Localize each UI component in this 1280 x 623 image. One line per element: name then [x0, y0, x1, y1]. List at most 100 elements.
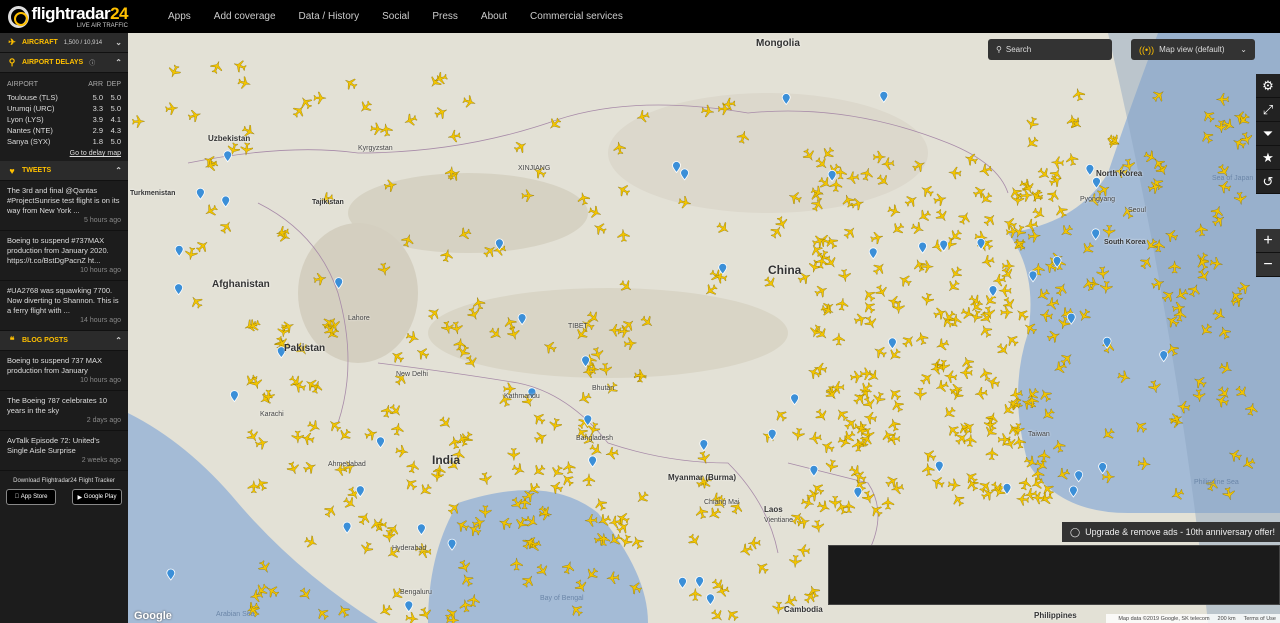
list-item[interactable]: AvTalk Episode 72: United's Single Aisle… [0, 431, 128, 471]
aircraft-marker[interactable] [1235, 111, 1252, 128]
aircraft-marker[interactable] [1197, 322, 1214, 339]
aircraft-marker[interactable] [813, 407, 830, 424]
airport-pin-icon[interactable] [447, 538, 457, 551]
aircraft-marker[interactable] [724, 606, 741, 623]
aircraft-marker[interactable] [448, 435, 463, 450]
airport-pin-icon[interactable] [699, 439, 709, 452]
nav-add-coverage[interactable]: Add coverage [214, 11, 276, 22]
aircraft-marker[interactable] [772, 407, 789, 424]
aircraft-marker[interactable] [863, 314, 879, 330]
map-view-dropdown[interactable]: ((•)) Map view (default) ⌄ [1131, 39, 1255, 60]
aircraft-marker[interactable] [861, 395, 877, 411]
airport-pin-icon[interactable] [581, 355, 591, 368]
aircraft-marker[interactable] [1029, 475, 1045, 491]
aircraft-marker[interactable] [1027, 230, 1041, 243]
aircraft-marker[interactable] [806, 583, 822, 599]
aircraft-marker[interactable] [487, 325, 504, 342]
aircraft-marker[interactable] [1053, 281, 1069, 297]
airport-delays-section-header[interactable]: ⚲ AIRPORT DELAYS ⓘ ⌃ [0, 53, 128, 73]
aircraft-marker[interactable] [1071, 87, 1086, 102]
aircraft-marker[interactable] [871, 260, 888, 277]
list-item[interactable]: Boeing to suspend #737MAX production fro… [0, 231, 128, 281]
nav-apps[interactable]: Apps [168, 11, 191, 22]
aircraft-marker[interactable] [860, 167, 875, 182]
filter-icon[interactable]: ⏷ [1256, 122, 1280, 146]
aircraft-marker[interactable] [1037, 387, 1053, 404]
aircraft-marker[interactable] [850, 196, 865, 211]
aircraft-marker[interactable] [1210, 212, 1227, 229]
aircraft-marker[interactable] [875, 172, 892, 189]
aircraft-marker[interactable] [561, 560, 576, 575]
aircraft-marker[interactable] [511, 462, 527, 478]
aircraft-marker[interactable] [959, 366, 973, 379]
aircraft-marker[interactable] [446, 166, 463, 183]
aircraft-marker[interactable] [479, 472, 493, 487]
aircraft-marker[interactable] [615, 182, 632, 199]
aircraft-marker[interactable] [402, 475, 419, 492]
aircraft-marker[interactable] [1102, 470, 1115, 484]
aircraft-marker[interactable] [813, 155, 830, 172]
aircraft-marker[interactable] [969, 309, 984, 324]
aircraft-marker[interactable] [606, 571, 620, 584]
aircraft-marker[interactable] [978, 323, 994, 339]
airport-pin-icon[interactable] [1098, 462, 1107, 475]
airport-pin-icon[interactable] [342, 521, 352, 534]
flight-map[interactable]: Mongolia China Afghanistan Pakistan Indi… [128, 33, 1280, 623]
airport-pin-icon[interactable] [678, 576, 687, 589]
aircraft-marker[interactable] [903, 192, 920, 209]
aircraft-marker[interactable] [592, 220, 608, 236]
aircraft-marker[interactable] [813, 283, 829, 299]
aircraft-marker[interactable] [459, 572, 476, 589]
airport-pin-icon[interactable] [695, 576, 704, 589]
aircraft-marker[interactable] [820, 439, 836, 455]
aircraft-marker[interactable] [359, 541, 375, 557]
airport-pin-icon[interactable] [221, 195, 231, 208]
aircraft-marker[interactable] [832, 332, 845, 346]
nav-about[interactable]: About [481, 11, 507, 22]
aircraft-marker[interactable] [881, 496, 895, 510]
aircraft-marker[interactable] [910, 221, 926, 237]
aircraft-marker[interactable] [982, 306, 996, 321]
aircraft-marker[interactable] [922, 463, 935, 477]
aircraft-marker[interactable] [1199, 128, 1216, 145]
aircraft-marker[interactable] [184, 247, 198, 261]
aircraft-marker[interactable] [258, 390, 275, 407]
airport-pin-icon[interactable] [1159, 350, 1169, 363]
aircraft-marker[interactable] [377, 262, 391, 276]
aircraft-marker[interactable] [530, 410, 547, 427]
aircraft-marker[interactable] [457, 559, 473, 575]
aircraft-marker[interactable] [512, 138, 529, 155]
aircraft-marker[interactable] [256, 559, 272, 576]
airport-pin-icon[interactable] [827, 169, 837, 182]
aircraft-marker[interactable] [1164, 313, 1181, 330]
aircraft-marker[interactable] [377, 602, 394, 619]
aircraft-marker[interactable] [861, 287, 878, 304]
aircraft-marker[interactable] [853, 312, 869, 327]
aircraft-marker[interactable] [639, 313, 656, 330]
aircraft-marker[interactable] [463, 354, 479, 371]
aircraft-marker[interactable] [426, 305, 443, 322]
aircraft-marker[interactable] [1233, 384, 1250, 401]
aircraft-marker[interactable] [264, 583, 281, 600]
nav-press[interactable]: Press [432, 11, 458, 22]
aircraft-marker[interactable] [249, 375, 264, 390]
delay-map-link[interactable]: Go to delay map [7, 150, 121, 157]
aircraft-marker[interactable] [240, 142, 253, 156]
aircraft-marker[interactable] [218, 219, 235, 236]
list-item[interactable]: Boeing to suspend 737 MAX production fro… [0, 351, 128, 391]
aircraft-marker[interactable] [187, 108, 202, 123]
aircraft-marker[interactable] [456, 226, 472, 242]
chevron-up-icon[interactable]: ⌃ [115, 58, 122, 67]
aircraft-marker[interactable] [433, 104, 449, 120]
aircraft-marker[interactable] [1200, 107, 1217, 124]
aircraft-marker[interactable] [573, 578, 589, 595]
aircraft-marker[interactable] [509, 495, 526, 512]
aircraft-marker[interactable] [593, 496, 609, 512]
zoom-in-button[interactable]: + [1256, 229, 1280, 253]
aircraft-marker[interactable] [937, 359, 950, 373]
aircraft-marker[interactable] [391, 422, 405, 436]
aircraft-marker[interactable] [302, 459, 318, 475]
upgrade-banner[interactable]: ◯ Upgrade & remove ads - 10th anniversar… [1062, 522, 1280, 542]
aircraft-marker[interactable] [774, 215, 790, 231]
airport-pin-icon[interactable] [1085, 164, 1095, 177]
